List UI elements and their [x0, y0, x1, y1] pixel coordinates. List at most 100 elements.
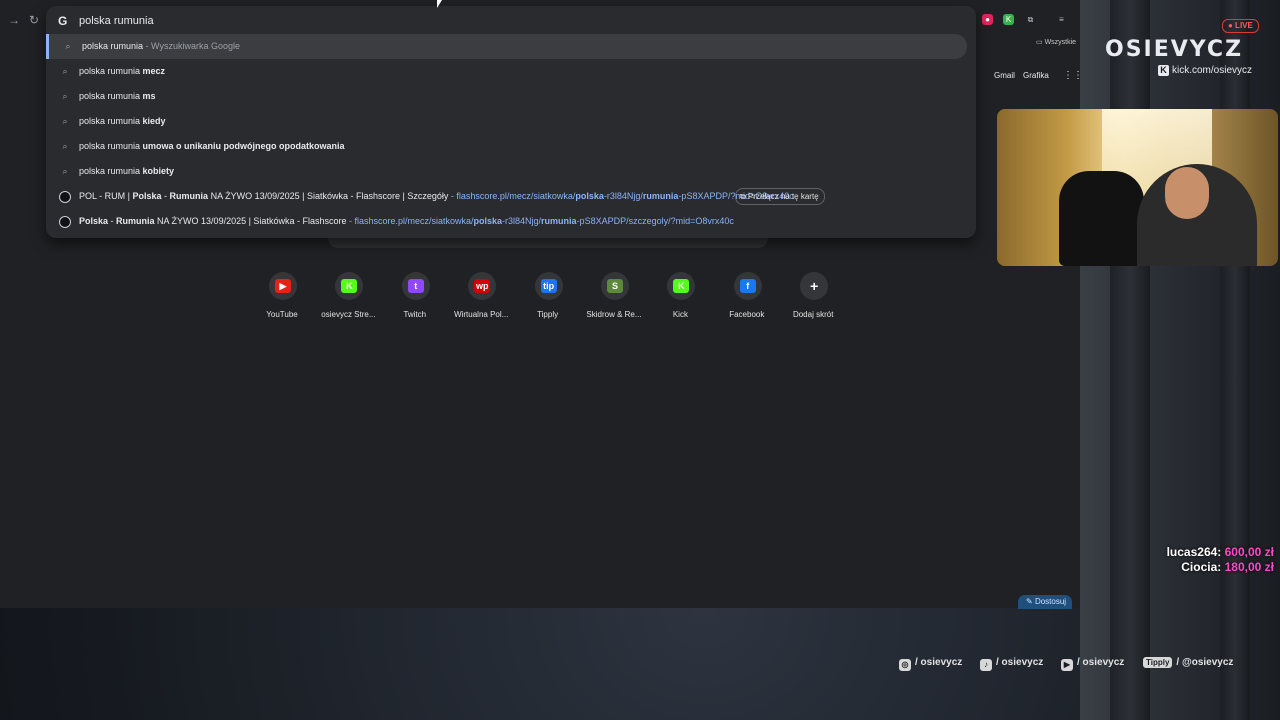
stream-side-panel — [1080, 0, 1280, 720]
shortcut-icon: t — [407, 279, 424, 293]
flashscore-favicon-icon — [59, 191, 71, 203]
search-suggestion[interactable]: ⌕ polska rumunia kobiety — [46, 159, 976, 184]
social-handle: / osievycz — [1077, 657, 1125, 668]
shortcut-icon-circle: K — [667, 272, 696, 300]
shortcut-tile[interactable]: t Twitch — [382, 270, 448, 326]
bookmark-folder-label: Wszystkie — [1044, 39, 1077, 46]
shortcut-tile[interactable]: tip Tipply — [515, 270, 581, 326]
shortcut-label: Skidrow & Re... — [586, 310, 642, 319]
suggestion-label: POL - RUM | Polska - Rumunia NA ŻYWO 13/… — [79, 191, 794, 201]
suggestion-label: polska rumunia mecz — [79, 66, 166, 76]
reload-icon[interactable]: ↻ — [26, 12, 42, 28]
kick-icon: K — [1158, 65, 1169, 76]
shortcut-tile[interactable]: wp Wirtualna Pol... — [448, 270, 514, 326]
search-icon: ⌕ — [62, 166, 68, 176]
shortcut-icon: wp — [474, 279, 491, 293]
search-icon: ⌕ — [62, 141, 68, 151]
shortcut-tile[interactable]: + Dodaj skrót — [780, 270, 846, 326]
tiktok-icon: ♪ — [980, 659, 992, 671]
customize-label: Dostosuj — [1034, 597, 1067, 606]
suggestion-label: polska rumunia umowa o unikaniu podwójne… — [79, 141, 345, 151]
donation-row: lucas264: 600,00 zł — [1167, 545, 1274, 559]
shortcut-icon-circle: t — [401, 272, 430, 300]
youtube-icon: ▶ — [1061, 659, 1073, 671]
suggestion-label: Polska - Rumunia NA ŻYWO 13/09/2025 | Si… — [79, 216, 734, 226]
customize-button[interactable]: ✎ Dostosuj — [1018, 595, 1072, 609]
donation-row: Ciocia: 180,00 zł — [1181, 560, 1274, 574]
search-icon: ⌕ — [62, 116, 68, 126]
forward-icon[interactable]: → — [6, 12, 22, 28]
search-suggestion[interactable]: ⌕ polska rumunia mecz — [46, 59, 976, 84]
shortcut-icon-circle: wp — [468, 272, 497, 300]
search-suggestion[interactable]: ⌕ polska rumunia ms — [46, 84, 976, 109]
tab-icon: ⧉ — [740, 192, 748, 201]
live-badge: ● LIVE — [1222, 19, 1259, 33]
tipply-icon: Tipply — [1143, 657, 1173, 668]
shortcut-tile[interactable]: S Skidrow & Re... — [581, 270, 647, 326]
shortcut-icon: + — [810, 278, 819, 294]
webcam-feed — [997, 109, 1278, 266]
shortcut-icon: S — [607, 279, 623, 293]
images-link[interactable]: Grafika — [1023, 71, 1049, 80]
social-handle: / osievycz — [915, 657, 963, 668]
social-handle: / osievycz — [996, 657, 1044, 668]
search-icon: ⌕ — [62, 91, 68, 101]
social-tipply: Tipply / @osievycz — [1143, 657, 1233, 668]
shortcut-label: Facebook — [729, 310, 765, 319]
apps-grid-icon[interactable]: ⋮⋮ — [1063, 70, 1083, 81]
shortcut-icon-circle: S — [601, 272, 629, 300]
bookmark-folder[interactable]: ▭ Wszystkie — [1036, 38, 1076, 46]
search-icon: ⌕ — [65, 41, 71, 51]
mouse-cursor-icon — [437, 0, 442, 8]
shortcut-icon: ▶ — [275, 279, 291, 293]
shortcut-icon-circle: ▶ — [269, 272, 297, 300]
search-suggestion[interactable]: ⌕ polska rumunia kiedy — [46, 109, 976, 134]
donor-name: Ciocia: — [1181, 560, 1222, 574]
suggestion-label: polska rumunia ms — [79, 91, 156, 101]
shortcut-label: Wirtualna Pol... — [454, 310, 509, 319]
shortcut-icon: K — [341, 279, 358, 293]
shortcut-tile[interactable]: f Facebook — [714, 270, 780, 326]
suggestion-label: polska rumunia kobiety — [79, 166, 175, 176]
shortcut-label: YouTube — [266, 310, 298, 319]
donor-name: lucas264: — [1166, 545, 1222, 559]
social-youtube: ▶ / osievycz — [1061, 657, 1124, 671]
kick-url-text: kick.com/osievycz — [1172, 65, 1253, 76]
shortcut-icon-circle: + — [800, 272, 829, 300]
url-suggestion[interactable]: Polska - Rumunia NA ŻYWO 13/09/2025 | Si… — [46, 209, 976, 234]
suggestion-label: polska rumunia kiedy — [79, 116, 166, 126]
shortcut-label: Dodaj skrót — [792, 310, 834, 319]
search-suggestion[interactable]: ⌕ polska rumunia - Wyszukiwarka Google — [46, 34, 967, 59]
shortcut-tile[interactable]: K Kick — [647, 270, 713, 326]
shortcut-icon: K — [673, 279, 690, 293]
shortcut-label: osievycz Stre... — [321, 310, 376, 319]
shortcut-icon: f — [739, 279, 756, 293]
url-suggestion[interactable]: POL - RUM | Polska - Rumunia NA ŻYWO 13/… — [46, 184, 976, 209]
search-suggestion[interactable]: ⌕ polska rumunia umowa o unikaniu podwójn… — [46, 134, 976, 159]
kick-extension-icon[interactable]: K — [1003, 14, 1014, 25]
search-icon: ⌕ — [62, 66, 68, 76]
shortcut-tile[interactable]: ▶ YouTube — [249, 270, 315, 326]
social-instagram: ◎ / osievycz — [899, 657, 962, 671]
social-tiktok: ♪ / osievycz — [980, 657, 1043, 671]
puzzle-icon[interactable]: ⧉ — [1025, 14, 1036, 25]
omnibox-dropdown: G polska rumunia ⌕ polska rumunia - Wyszu… — [46, 6, 976, 238]
instagram-icon: ◎ — [899, 659, 911, 671]
donation-amount: 180,00 zł — [1224, 560, 1274, 574]
shortcut-label: Tipply — [537, 310, 559, 319]
address-bar[interactable]: G polska rumunia — [46, 6, 976, 36]
shortcut-icon-circle: tip — [534, 272, 563, 300]
channel-logo: OSIEVYCZ — [1105, 37, 1244, 62]
shortcut-icon-circle: f — [733, 272, 762, 300]
switch-to-tab-button[interactable]: ⧉ Przełącz na tę kartę — [735, 188, 825, 205]
gmail-link[interactable]: Gmail — [994, 71, 1015, 80]
suggestion-label: polska rumunia - Wyszukiwarka Google — [82, 41, 240, 51]
address-input[interactable]: polska rumunia — [79, 15, 154, 27]
shortcut-tile[interactable]: Kosievycz Stre... — [315, 270, 381, 326]
flashscore-favicon-icon — [59, 216, 71, 228]
media-icon[interactable]: ≡ — [1056, 14, 1067, 25]
shortcut-label: Twitch — [403, 310, 427, 319]
google-icon: G — [58, 14, 68, 28]
donation-amount: 600,00 zł — [1224, 545, 1274, 559]
extension-icon[interactable]: ● — [982, 14, 993, 25]
